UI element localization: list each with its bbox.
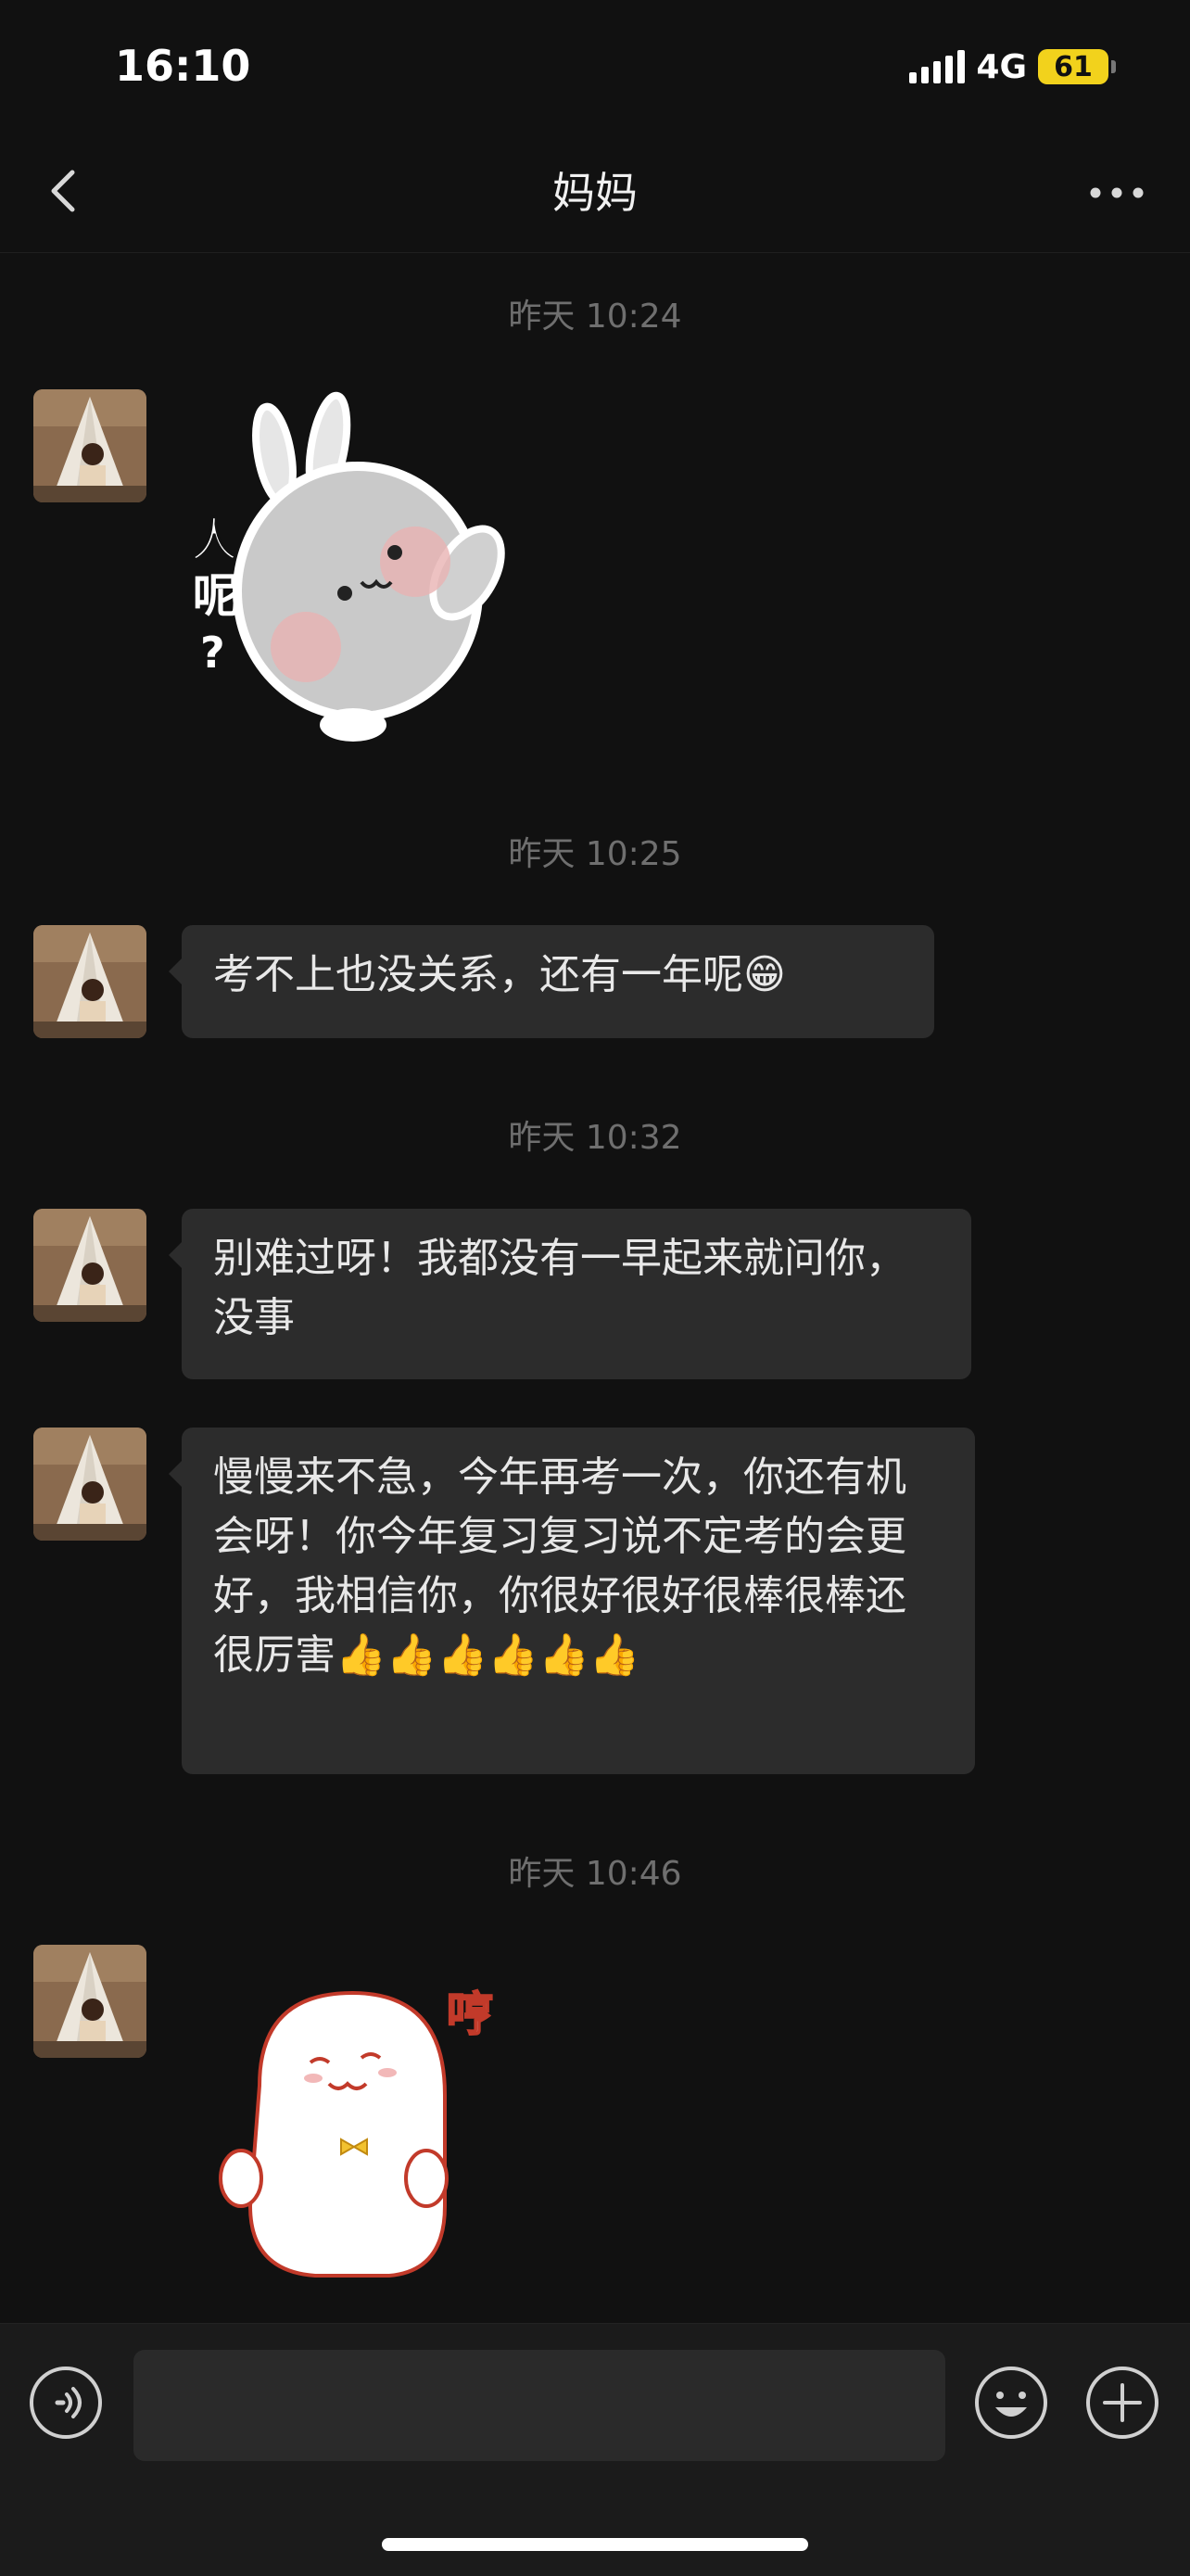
message-text: 别难过呀！我都没有一早起来就问你，没事	[213, 1235, 906, 1341]
status-indicators: 4G 61	[909, 46, 1116, 87]
avatar[interactable]	[33, 925, 146, 1038]
home-indicator[interactable]	[382, 2538, 808, 2551]
signal-icon	[909, 50, 966, 83]
emoji-button[interactable]	[973, 2365, 1049, 2441]
avatar[interactable]	[33, 1428, 146, 1541]
voice-icon	[30, 2367, 102, 2439]
sticker-caption-part: 呢	[193, 569, 239, 623]
avatar[interactable]	[33, 1209, 146, 1322]
avatar[interactable]	[33, 389, 146, 502]
status-time: 16:10	[115, 41, 251, 91]
more-button[interactable]	[1084, 174, 1149, 211]
emoji-icon	[975, 2367, 1047, 2439]
timestamp: 昨天 10:32	[508, 1119, 682, 1157]
plus-button[interactable]	[1084, 2365, 1160, 2441]
more-icon	[1090, 187, 1144, 198]
plus-icon	[1086, 2367, 1158, 2439]
avatar[interactable]	[33, 1945, 146, 2058]
sticker-caption-part: 人	[191, 514, 237, 567]
avatar-photo-icon	[33, 1209, 146, 1322]
message-input[interactable]	[133, 2350, 945, 2461]
sticker-bunny[interactable]: 人 呢 ?	[182, 389, 552, 751]
sticker-caption: 哼	[447, 1987, 493, 2041]
message-bubble[interactable]: 别难过呀！我都没有一早起来就问你，没事	[169, 1209, 971, 1379]
message-bubble[interactable]: 慢慢来不急，今年再考一次，你还有机会呀！你今年复习复习说不定考的会更好，我相信你…	[169, 1428, 975, 1774]
avatar-photo-icon	[33, 925, 146, 1038]
message-text: 考不上也没关系，还有一年呢😁	[213, 951, 786, 998]
battery-icon: 61	[1038, 49, 1116, 84]
avatar-photo-icon	[33, 1428, 146, 1541]
timestamp: 昨天 10:25	[508, 835, 682, 873]
battery-level: 61	[1038, 49, 1108, 84]
timestamp: 昨天 10:46	[508, 1855, 682, 1893]
chat-title: 妈妈	[552, 168, 638, 218]
avatar-photo-icon	[33, 1945, 146, 2058]
status-bar: 16:10 4G 61	[0, 0, 1190, 130]
voice-button[interactable]	[28, 2365, 104, 2441]
network-type: 4G	[976, 47, 1027, 86]
sticker-seal[interactable]: 哼	[204, 1974, 519, 2290]
timestamp: 昨天 10:24	[508, 298, 682, 336]
avatar-photo-icon	[33, 389, 146, 502]
nav-bar: 妈妈	[0, 130, 1190, 253]
sticker-caption-part: ?	[200, 628, 225, 678]
message-text: 慢慢来不急，今年再考一次，你还有机会呀！你今年复习复习说不定考的会更好，我相信你…	[213, 1453, 906, 1679]
message-bubble[interactable]: 考不上也没关系，还有一年呢😁	[169, 925, 934, 1038]
